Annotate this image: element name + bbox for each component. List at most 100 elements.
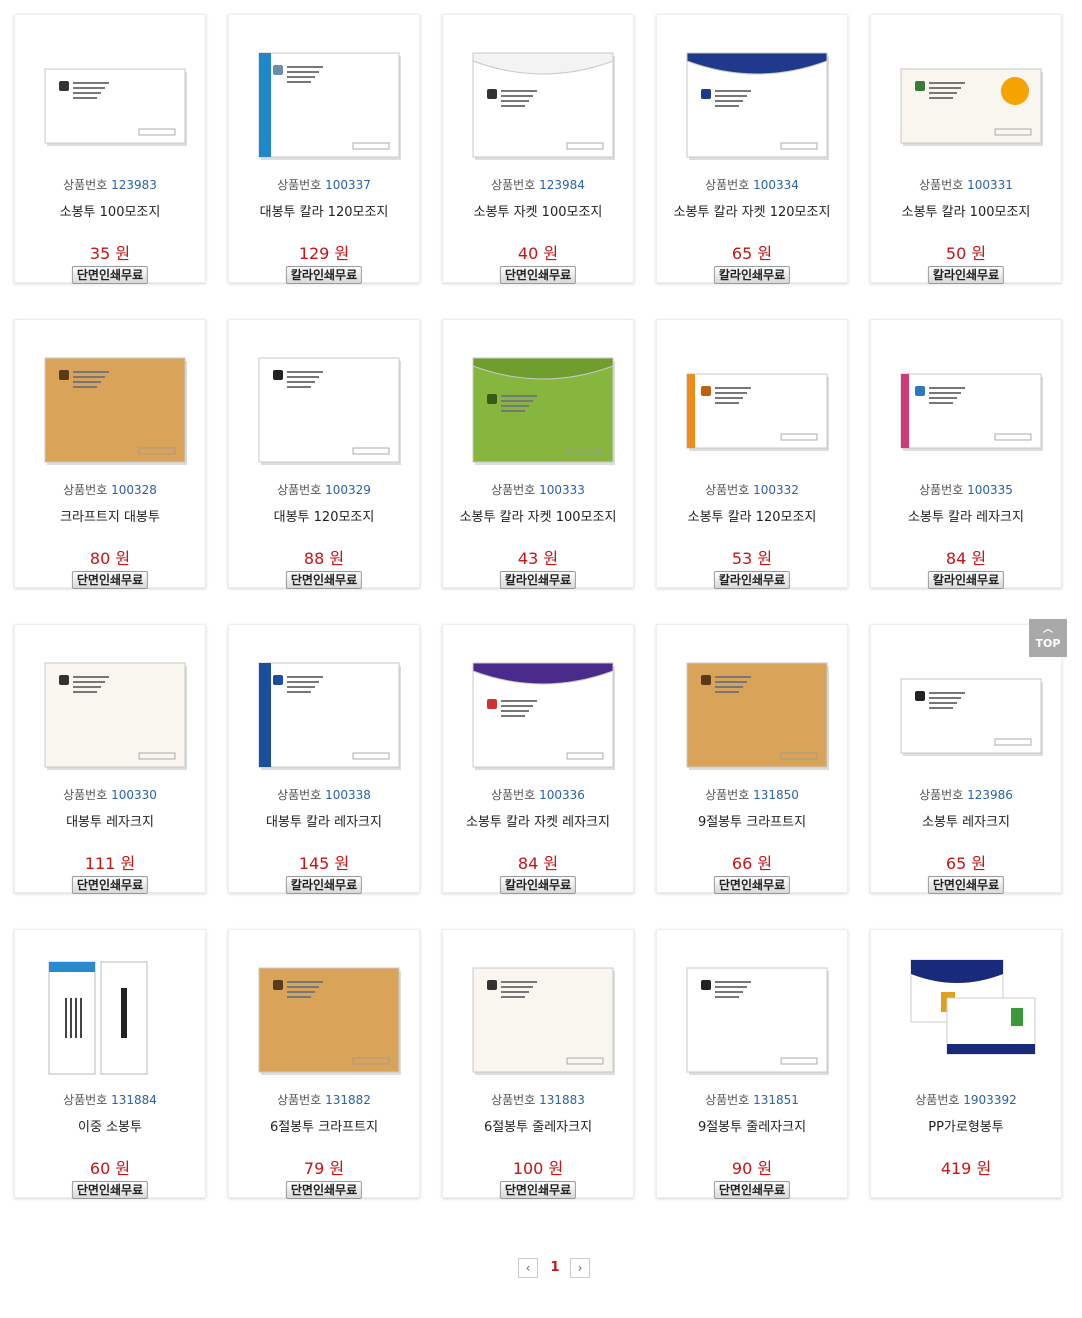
- product-number: 상품번호 100333: [443, 481, 633, 498]
- product-image[interactable]: [25, 643, 195, 779]
- product-price: 129 원: [298, 244, 350, 263]
- product-number-label: 상품번호: [63, 788, 108, 802]
- product-price: 35 원: [89, 244, 131, 263]
- product-price: 111 원: [84, 854, 136, 873]
- product-image[interactable]: [667, 948, 837, 1084]
- product-image[interactable]: [25, 33, 195, 169]
- product-code: 131851: [753, 1093, 799, 1107]
- product-number-label: 상품번호: [491, 788, 536, 802]
- free-print-badge: 단면인쇄무료: [713, 1181, 791, 1199]
- product-image[interactable]: [667, 33, 837, 169]
- product-number-label: 상품번호: [277, 483, 322, 497]
- product-image[interactable]: [239, 33, 409, 169]
- product-card[interactable]: 상품번호 100330 대봉투 레자크지 111 원 단면인쇄무료: [14, 624, 206, 894]
- product-image[interactable]: [239, 643, 409, 779]
- product-name[interactable]: 크라프트지 대봉투: [15, 506, 205, 525]
- product-card[interactable]: 상품번호 1903392 PP가로형봉투 419 원: [870, 929, 1062, 1198]
- product-card[interactable]: 상품번호 100334 소봉투 칼라 자켓 120모조지 65 원 칼라인쇄무료: [656, 14, 848, 284]
- product-price: 84 원: [945, 549, 987, 568]
- product-card[interactable]: 상품번호 100337 대봉투 칼라 120모조지 129 원칼라인쇄무료: [228, 14, 420, 284]
- free-print-badge: 칼라인쇄무료: [927, 571, 1005, 589]
- product-card[interactable]: 상품번호 131884 이중 소봉투 60 원 단면인쇄무료: [14, 929, 206, 1199]
- product-card[interactable]: 상품번호 123983 소봉투 100모조지 35 원 단면인쇄무료: [14, 14, 206, 284]
- product-number: 상품번호 100334: [657, 176, 847, 193]
- product-number: 상품번호 100329: [229, 481, 419, 498]
- pagination-prev-button[interactable]: ‹: [518, 1258, 538, 1278]
- product-name[interactable]: 6절봉투 줄레자크지: [443, 1116, 633, 1135]
- product-price: 50 원: [945, 244, 987, 263]
- pagination-next-button[interactable]: ›: [570, 1258, 590, 1278]
- scroll-top-button[interactable]: ︿ TOP: [1029, 619, 1067, 657]
- product-number: 상품번호 100337: [229, 176, 419, 193]
- product-code: 123984: [539, 178, 585, 192]
- product-card[interactable]: 상품번호 123986 소봉투 레자크지 65 원 단면인쇄무료: [870, 624, 1062, 894]
- product-price: 60 원: [89, 1159, 131, 1178]
- product-card[interactable]: 상품번호 100338 대봉투 칼라 레자크지 145 원 칼라인쇄무료: [228, 624, 420, 894]
- product-image[interactable]: [667, 338, 837, 474]
- product-name[interactable]: 9절봉투 줄레자크지: [657, 1116, 847, 1135]
- product-code: 100337: [325, 178, 371, 192]
- product-name[interactable]: 소봉투 칼라 100모조지: [871, 201, 1061, 220]
- product-name[interactable]: 소봉투 칼라 자켓 레자크지: [443, 811, 633, 830]
- product-number: 상품번호 131850: [657, 786, 847, 803]
- product-image[interactable]: [453, 338, 623, 474]
- product-price: 80 원: [89, 549, 131, 568]
- product-card[interactable]: 상품번호 123984 소봉투 자켓 100모조지 40 원 단면인쇄무료: [442, 14, 634, 284]
- product-image[interactable]: [881, 33, 1051, 169]
- product-name[interactable]: 대봉투 레자크지: [15, 811, 205, 830]
- product-image[interactable]: [25, 338, 195, 474]
- product-card[interactable]: 상품번호 100329 대봉투 120모조지 88 원 단면인쇄무료: [228, 319, 420, 589]
- product-image[interactable]: [881, 338, 1051, 474]
- product-name[interactable]: 대봉투 120모조지: [229, 506, 419, 525]
- product-price: 40 원: [517, 244, 559, 263]
- product-name[interactable]: 소봉투 칼라 120모조지: [657, 506, 847, 525]
- free-print-badge: 칼라인쇄무료: [927, 266, 1005, 284]
- product-name[interactable]: 소봉투 칼라 자켓 120모조지: [657, 201, 847, 220]
- product-image[interactable]: [453, 33, 623, 169]
- product-image[interactable]: [453, 643, 623, 779]
- chevron-up-icon: ︿: [1043, 624, 1053, 635]
- product-card[interactable]: 상품번호 131851 9절봉투 줄레자크지 90 원 단면인쇄무료: [656, 929, 848, 1199]
- product-price: 53 원: [731, 549, 773, 568]
- product-card[interactable]: 상품번호 131883 6절봉투 줄레자크지 100 원 단면인쇄무료: [442, 929, 634, 1199]
- product-card[interactable]: 상품번호 100335 소봉투 칼라 레자크지 84 원 칼라인쇄무료: [870, 319, 1062, 589]
- pagination-current-page[interactable]: 1: [546, 1258, 564, 1278]
- product-name[interactable]: 6절봉투 크라프트지: [229, 1116, 419, 1135]
- product-card[interactable]: 상품번호 131850 9절봉투 크라프트지 66 원 단면인쇄무료: [656, 624, 848, 894]
- product-name[interactable]: 소봉투 자켓 100모조지: [443, 201, 633, 220]
- product-code: 100334: [753, 178, 799, 192]
- product-price: 65 원: [731, 244, 773, 263]
- product-image[interactable]: [239, 948, 409, 1084]
- product-image[interactable]: [25, 948, 195, 1084]
- product-image[interactable]: [239, 338, 409, 474]
- product-name[interactable]: 소봉투 칼라 자켓 100모조지: [443, 506, 633, 525]
- product-card[interactable]: 상품번호 100333 소봉투 칼라 자켓 100모조지 43 원 칼라인쇄무료: [442, 319, 634, 589]
- product-name[interactable]: PP가로형봉투: [871, 1116, 1061, 1135]
- product-image[interactable]: [453, 948, 623, 1084]
- free-print-badge: 칼라인쇄무료: [285, 266, 363, 284]
- product-card[interactable]: 상품번호 100328 크라프트지 대봉투 80 원 단면인쇄무료: [14, 319, 206, 589]
- product-number-label: 상품번호: [915, 1093, 960, 1107]
- product-card[interactable]: 상품번호 100331 소봉투 칼라 100모조지 50 원 칼라인쇄무료: [870, 14, 1062, 284]
- product-card[interactable]: 상품번호 131882 6절봉투 크라프트지 79 원 단면인쇄무료: [228, 929, 420, 1199]
- product-image[interactable]: [881, 948, 1051, 1084]
- product-name[interactable]: 9절봉투 크라프트지: [657, 811, 847, 830]
- product-image[interactable]: [667, 643, 837, 779]
- product-code: 100332: [753, 483, 799, 497]
- product-card[interactable]: 상품번호 100336 소봉투 칼라 자켓 레자크지 84 원 칼라인쇄무료: [442, 624, 634, 894]
- free-print-badge: 단면인쇄무료: [71, 1181, 149, 1199]
- product-name[interactable]: 이중 소봉투: [15, 1116, 205, 1135]
- product-code: 131883: [539, 1093, 585, 1107]
- product-image[interactable]: [881, 643, 1051, 779]
- free-print-badge: 단면인쇄무료: [499, 1181, 577, 1199]
- product-price: 145 원: [298, 854, 350, 873]
- product-price: 43 원: [517, 549, 559, 568]
- product-name[interactable]: 소봉투 100모조지: [15, 201, 205, 220]
- product-name[interactable]: 대봉투 칼라 레자크지: [229, 811, 419, 830]
- product-card[interactable]: 상품번호 100332 소봉투 칼라 120모조지 53 원 칼라인쇄무료: [656, 319, 848, 589]
- product-name[interactable]: 대봉투 칼라 120모조지: [229, 201, 419, 220]
- product-name[interactable]: 소봉투 레자크지: [871, 811, 1061, 830]
- product-code: 100329: [325, 483, 371, 497]
- product-name[interactable]: 소봉투 칼라 레자크지: [871, 506, 1061, 525]
- product-code: 100328: [111, 483, 157, 497]
